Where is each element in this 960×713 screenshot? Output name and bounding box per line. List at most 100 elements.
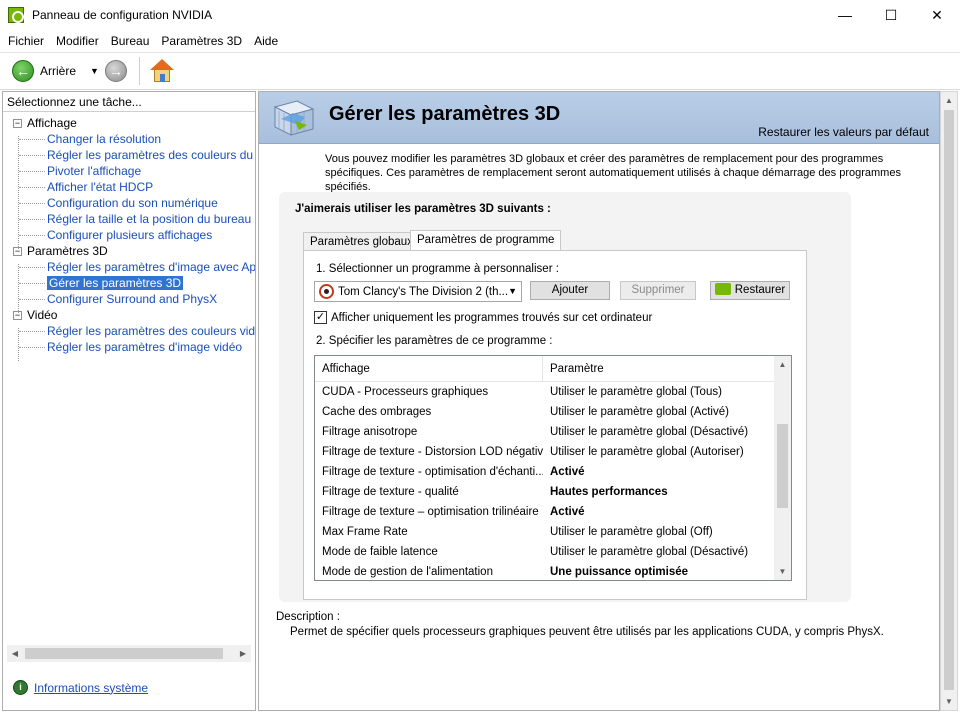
setting-cell[interactable]: Utiliser le paramètre global (Désactivé) [543, 546, 748, 558]
remove-button: Supprimer [620, 281, 696, 300]
setting-cell[interactable]: Utiliser le paramètre global (Tous) [543, 386, 722, 398]
table-row[interactable]: Mode de faible latence Utiliser le paramè… [315, 542, 791, 562]
tree-group-affichage[interactable]: − Affichage [3, 115, 255, 131]
program-settings-pane: 1. Sélectionner un programme à personnal… [303, 250, 807, 600]
grid-header: Affichage Paramètre [315, 356, 791, 382]
table-row[interactable]: CUDA - Processeurs graphiques Utiliser le… [315, 382, 791, 402]
task-panel: Sélectionnez une tâche... − Affichage Ch… [2, 91, 256, 711]
tree-group-label: Paramètres 3D [27, 244, 108, 258]
collapse-icon[interactable]: − [13, 118, 22, 128]
settings-box: J'aimerais utiliser les paramètres 3D su… [279, 192, 851, 602]
tree-item-taille-position-bureau[interactable]: Régler la taille et la position du burea… [3, 211, 255, 227]
menu-aide[interactable]: Aide [248, 34, 284, 48]
feature-cell: Mode de faible latence [322, 546, 438, 558]
tree-item-changer-resolution[interactable]: Changer la résolution [3, 131, 255, 147]
add-button[interactable]: Ajouter [530, 281, 610, 300]
tree-item-gerer-parametres-3d[interactable]: Gérer les paramètres 3D [3, 275, 255, 291]
setting-cell[interactable]: Utiliser le paramètre global (Autoriser) [543, 446, 744, 458]
toolbar: ← Arrière ▼ → [0, 52, 960, 90]
grid-rows: CUDA - Processeurs graphiques Utiliser le… [315, 382, 791, 580]
task-tree: − Affichage Changer la résolution Régler… [3, 112, 255, 361]
back-arrow-icon[interactable]: ← [12, 60, 34, 82]
back-button-label[interactable]: Arrière [40, 64, 76, 78]
window-title: Panneau de configuration NVIDIA [32, 8, 213, 22]
scroll-down-icon[interactable]: ▼ [774, 563, 791, 580]
tree-item-couleurs-bureau[interactable]: Régler les paramètres des couleurs du bu… [3, 147, 255, 163]
home-icon[interactable] [149, 59, 174, 83]
table-row[interactable]: Filtrage anisotrope Utiliser le paramètre… [315, 422, 791, 442]
setting-cell[interactable]: Hautes performances [543, 486, 668, 498]
description-label: Description : [276, 611, 340, 623]
tab-parametres-programme[interactable]: Paramètres de programme [410, 230, 562, 252]
scroll-thumb[interactable] [944, 110, 954, 690]
checkbox-label: Afficher uniquement les programmes trouv… [331, 311, 653, 324]
scroll-thumb[interactable] [25, 648, 223, 659]
nvidia-logo-icon [714, 282, 731, 295]
menu-bar: Fichier Modifier Bureau Paramètres 3D Ai… [0, 30, 960, 52]
restore-button[interactable]: Restaurer [710, 281, 790, 300]
tree-group-label: Affichage [27, 116, 77, 130]
menu-fichier[interactable]: Fichier [2, 34, 50, 48]
scroll-down-icon[interactable]: ▼ [941, 693, 957, 710]
tab-parametres-globaux[interactable]: Paramètres globaux [303, 232, 420, 252]
setting-cell[interactable]: Utiliser le paramètre global (Désactivé) [543, 426, 748, 438]
setting-cell[interactable]: Activé [543, 506, 585, 518]
column-header-feature[interactable]: Affichage [315, 356, 543, 382]
tree-item-plusieurs-affichages[interactable]: Configurer plusieurs affichages [3, 227, 255, 243]
scroll-right-icon[interactable]: ▶ [235, 649, 251, 658]
scroll-thumb[interactable] [777, 424, 788, 508]
tree-item-surround-physx[interactable]: Configurer Surround and PhysX [3, 291, 255, 307]
forward-arrow-icon[interactable]: → [104, 60, 127, 82]
only-found-programs-row[interactable]: ✓ Afficher uniquement les programmes tro… [314, 311, 652, 324]
tree-group-parametres-3d[interactable]: − Paramètres 3D [3, 243, 255, 259]
menu-bureau[interactable]: Bureau [105, 34, 156, 48]
tree-item-couleurs-video[interactable]: Régler les paramètres des couleurs vidéo [3, 323, 255, 339]
table-row[interactable]: Mode de gestion de l'alimentation Une pui… [315, 562, 791, 580]
minimize-button[interactable]: — [822, 0, 868, 30]
tree-group-video[interactable]: − Vidéo [3, 307, 255, 323]
table-row[interactable]: Filtrage de texture - optimisation d'éch… [315, 462, 791, 482]
setting-cell[interactable]: Une puissance optimisée [543, 566, 688, 578]
scroll-up-icon[interactable]: ▲ [774, 356, 791, 373]
restore-defaults-link[interactable]: Restaurer les valeurs par défaut [758, 125, 929, 139]
only-found-programs-checkbox[interactable]: ✓ [314, 311, 327, 324]
setting-cell[interactable]: Utiliser le paramètre global (Off) [543, 526, 713, 538]
scroll-up-icon[interactable]: ▲ [941, 92, 957, 109]
tree-item-son-numerique[interactable]: Configuration du son numérique [3, 195, 255, 211]
scroll-left-icon[interactable]: ◀ [7, 649, 23, 658]
feature-cell: Max Frame Rate [322, 526, 408, 538]
grid-vscrollbar[interactable]: ▲ ▼ [774, 356, 791, 580]
system-info: i Informations système [13, 680, 148, 695]
feature-cell: CUDA - Processeurs graphiques [322, 386, 489, 398]
restore-button-label: Restaurer [734, 284, 786, 296]
close-button[interactable]: ✕ [914, 0, 960, 30]
tree-item-etat-hdcp[interactable]: Afficher l'état HDCP [3, 179, 255, 195]
tree-item-pivoter-affichage[interactable]: Pivoter l'affichage [3, 163, 255, 179]
content-vscrollbar[interactable]: ▲ ▼ [940, 91, 958, 711]
table-row[interactable]: Cache des ombrages Utiliser le paramètre … [315, 402, 791, 422]
task-panel-hscrollbar[interactable]: ◀ ▶ [7, 645, 251, 662]
column-header-setting[interactable]: Paramètre [543, 356, 604, 382]
task-panel-header: Sélectionnez une tâche... [3, 92, 255, 112]
history-dropdown-icon[interactable]: ▼ [90, 66, 99, 76]
maximize-button[interactable]: ☐ [868, 0, 914, 30]
table-row[interactable]: Max Frame Rate Utiliser le paramètre glob… [315, 522, 791, 542]
menu-parametres-3d[interactable]: Paramètres 3D [155, 34, 248, 48]
feature-cell: Filtrage anisotrope [322, 426, 418, 438]
nvidia-app-icon [8, 7, 24, 23]
program-select-value: Tom Clancy's The Division 2 (th... [338, 285, 509, 298]
chevron-down-icon: ▼ [508, 286, 517, 296]
content-panel: Gérer les paramètres 3D Restaurer les va… [258, 91, 940, 711]
setting-cell[interactable]: Activé [543, 466, 585, 478]
table-row[interactable]: Filtrage de texture - Distorsion LOD nég… [315, 442, 791, 462]
tree-item-image-video[interactable]: Régler les paramètres d'image vidéo [3, 339, 255, 355]
page-title: Gérer les paramètres 3D [329, 103, 561, 125]
system-info-link[interactable]: Informations système [34, 681, 148, 695]
table-row[interactable]: Filtrage de texture - qualité Hautes perf… [315, 482, 791, 502]
table-row[interactable]: Filtrage de texture – optimisation trili… [315, 502, 791, 522]
menu-modifier[interactable]: Modifier [50, 34, 105, 48]
settings-grid: Affichage Paramètre CUDA - Processeurs g… [314, 355, 792, 581]
program-select[interactable]: Tom Clancy's The Division 2 (th... ▼ [314, 281, 522, 302]
setting-cell[interactable]: Utiliser le paramètre global (Activé) [543, 406, 729, 418]
tree-item-image-apercu[interactable]: Régler les paramètres d'image avec Aperç… [3, 259, 255, 275]
